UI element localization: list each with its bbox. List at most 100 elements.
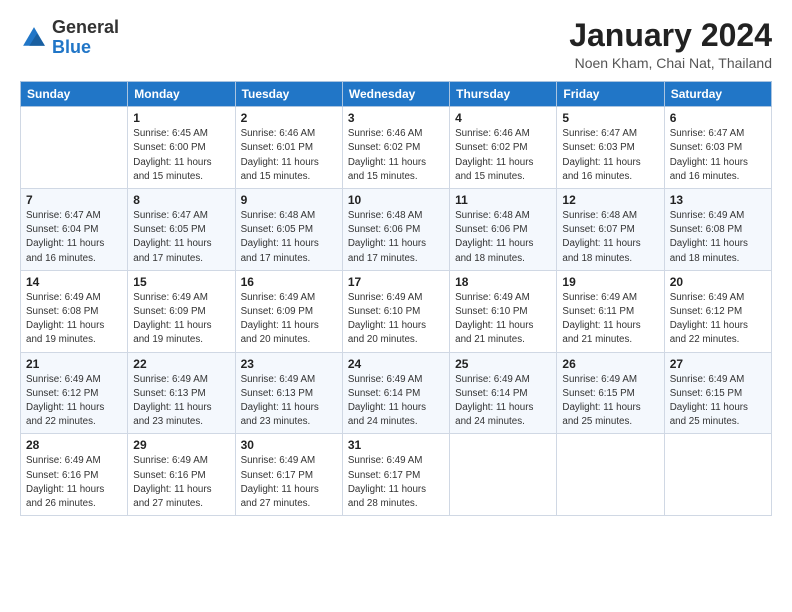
day-info: Sunrise: 6:46 AMSunset: 6:02 PMDaylight:…	[455, 127, 551, 184]
day-info: Sunrise: 6:49 AMSunset: 6:09 PMDaylight:…	[241, 291, 337, 348]
day-number: 5	[562, 111, 658, 125]
day-number: 18	[455, 275, 551, 289]
calendar-week-row: 21 Sunrise: 6:49 AMSunset: 6:12 PMDayligh…	[21, 352, 772, 434]
table-row: 27 Sunrise: 6:49 AMSunset: 6:15 PMDayligh…	[664, 352, 771, 434]
day-info: Sunrise: 6:48 AMSunset: 6:05 PMDaylight:…	[241, 209, 337, 266]
calendar-header-row: Sunday Monday Tuesday Wednesday Thursday…	[21, 82, 772, 107]
header: General Blue January 2024 Noen Kham, Cha…	[20, 18, 772, 71]
day-number: 23	[241, 357, 337, 371]
day-number: 2	[241, 111, 337, 125]
day-number: 14	[26, 275, 122, 289]
day-info: Sunrise: 6:49 AMSunset: 6:13 PMDaylight:…	[133, 373, 229, 430]
day-info: Sunrise: 6:49 AMSunset: 6:15 PMDaylight:…	[562, 373, 658, 430]
day-info: Sunrise: 6:46 AMSunset: 6:01 PMDaylight:…	[241, 127, 337, 184]
table-row: 7Sunrise: 6:47 AMSunset: 6:04 PMDaylight…	[21, 189, 128, 271]
day-number: 30	[241, 438, 337, 452]
table-row: 21 Sunrise: 6:49 AMSunset: 6:12 PMDayligh…	[21, 352, 128, 434]
table-row: 10Sunrise: 6:48 AMSunset: 6:06 PMDayligh…	[342, 189, 449, 271]
day-number: 12	[562, 193, 658, 207]
table-row: 5Sunrise: 6:47 AMSunset: 6:03 PMDaylight…	[557, 107, 664, 189]
table-row: 12 Sunrise: 6:48 AMSunset: 6:07 PMDayligh…	[557, 189, 664, 271]
day-info: Sunrise: 6:48 AMSunset: 6:06 PMDaylight:…	[455, 209, 551, 266]
table-row: 11 Sunrise: 6:48 AMSunset: 6:06 PMDayligh…	[450, 189, 557, 271]
table-row: 16 Sunrise: 6:49 AMSunset: 6:09 PMDayligh…	[235, 270, 342, 352]
day-info: Sunrise: 6:49 AMSunset: 6:17 PMDaylight:…	[241, 454, 337, 511]
month-title: January 2024	[569, 18, 772, 53]
table-row: 24Sunrise: 6:49 AMSunset: 6:14 PMDayligh…	[342, 352, 449, 434]
day-info: Sunrise: 6:47 AMSunset: 6:03 PMDaylight:…	[670, 127, 766, 184]
day-info: Sunrise: 6:49 AMSunset: 6:12 PMDaylight:…	[670, 291, 766, 348]
table-row: 4 Sunrise: 6:46 AMSunset: 6:02 PMDaylight…	[450, 107, 557, 189]
day-number: 11	[455, 193, 551, 207]
col-thursday: Thursday	[450, 82, 557, 107]
table-row: 30 Sunrise: 6:49 AMSunset: 6:17 PMDayligh…	[235, 434, 342, 516]
day-info: Sunrise: 6:47 AMSunset: 6:05 PMDaylight:…	[133, 209, 229, 266]
day-info: Sunrise: 6:49 AMSunset: 6:10 PMDaylight:…	[348, 291, 444, 348]
day-info: Sunrise: 6:49 AMSunset: 6:09 PMDaylight:…	[133, 291, 229, 348]
day-info: Sunrise: 6:47 AMSunset: 6:04 PMDaylight:…	[26, 209, 122, 266]
day-number: 4	[455, 111, 551, 125]
table-row: 28 Sunrise: 6:49 AMSunset: 6:16 PMDayligh…	[21, 434, 128, 516]
day-info: Sunrise: 6:49 AMSunset: 6:08 PMDaylight:…	[670, 209, 766, 266]
day-number: 15	[133, 275, 229, 289]
day-number: 13	[670, 193, 766, 207]
day-number: 16	[241, 275, 337, 289]
day-info: Sunrise: 6:46 AMSunset: 6:02 PMDaylight:…	[348, 127, 444, 184]
col-friday: Friday	[557, 82, 664, 107]
day-info: Sunrise: 6:49 AMSunset: 6:10 PMDaylight:…	[455, 291, 551, 348]
table-row: 26Sunrise: 6:49 AMSunset: 6:15 PMDayligh…	[557, 352, 664, 434]
title-block: January 2024 Noen Kham, Chai Nat, Thaila…	[569, 18, 772, 71]
table-row: 20Sunrise: 6:49 AMSunset: 6:12 PMDayligh…	[664, 270, 771, 352]
day-number: 21	[26, 357, 122, 371]
table-row: 29Sunrise: 6:49 AMSunset: 6:16 PMDayligh…	[128, 434, 235, 516]
table-row: 14 Sunrise: 6:49 AMSunset: 6:08 PMDayligh…	[21, 270, 128, 352]
table-row: 31 Sunrise: 6:49 AMSunset: 6:17 PMDayligh…	[342, 434, 449, 516]
day-number: 19	[562, 275, 658, 289]
day-number: 1	[133, 111, 229, 125]
day-number: 28	[26, 438, 122, 452]
day-info: Sunrise: 6:49 AMSunset: 6:13 PMDaylight:…	[241, 373, 337, 430]
col-saturday: Saturday	[664, 82, 771, 107]
table-row	[664, 434, 771, 516]
calendar-week-row: 14 Sunrise: 6:49 AMSunset: 6:08 PMDayligh…	[21, 270, 772, 352]
col-wednesday: Wednesday	[342, 82, 449, 107]
day-number: 27	[670, 357, 766, 371]
day-number: 25	[455, 357, 551, 371]
day-number: 22	[133, 357, 229, 371]
day-info: Sunrise: 6:49 AMSunset: 6:14 PMDaylight:…	[348, 373, 444, 430]
table-row: 9 Sunrise: 6:48 AMSunset: 6:05 PMDaylight…	[235, 189, 342, 271]
table-row: 23 Sunrise: 6:49 AMSunset: 6:13 PMDayligh…	[235, 352, 342, 434]
logo-general: General	[52, 17, 119, 37]
day-info: Sunrise: 6:49 AMSunset: 6:17 PMDaylight:…	[348, 454, 444, 511]
table-row: 17 Sunrise: 6:49 AMSunset: 6:10 PMDayligh…	[342, 270, 449, 352]
table-row: 3 Sunrise: 6:46 AMSunset: 6:02 PMDaylight…	[342, 107, 449, 189]
day-info: Sunrise: 6:45 AMSunset: 6:00 PMDaylight:…	[133, 127, 229, 184]
table-row: 13 Sunrise: 6:49 AMSunset: 6:08 PMDayligh…	[664, 189, 771, 271]
day-info: Sunrise: 6:48 AMSunset: 6:07 PMDaylight:…	[562, 209, 658, 266]
table-row: 18 Sunrise: 6:49 AMSunset: 6:10 PMDayligh…	[450, 270, 557, 352]
page: General Blue January 2024 Noen Kham, Cha…	[0, 0, 792, 612]
logo-text: General Blue	[52, 18, 119, 58]
col-monday: Monday	[128, 82, 235, 107]
logo-blue: Blue	[52, 37, 91, 57]
day-info: Sunrise: 6:49 AMSunset: 6:15 PMDaylight:…	[670, 373, 766, 430]
table-row: 15 Sunrise: 6:49 AMSunset: 6:09 PMDayligh…	[128, 270, 235, 352]
day-number: 9	[241, 193, 337, 207]
day-info: Sunrise: 6:49 AMSunset: 6:16 PMDaylight:…	[26, 454, 122, 511]
table-row	[450, 434, 557, 516]
location: Noen Kham, Chai Nat, Thailand	[569, 55, 772, 71]
table-row	[557, 434, 664, 516]
day-info: Sunrise: 6:49 AMSunset: 6:12 PMDaylight:…	[26, 373, 122, 430]
table-row: 25 Sunrise: 6:49 AMSunset: 6:14 PMDayligh…	[450, 352, 557, 434]
day-info: Sunrise: 6:49 AMSunset: 6:08 PMDaylight:…	[26, 291, 122, 348]
day-number: 31	[348, 438, 444, 452]
col-tuesday: Tuesday	[235, 82, 342, 107]
day-number: 17	[348, 275, 444, 289]
table-row: 2 Sunrise: 6:46 AMSunset: 6:01 PMDaylight…	[235, 107, 342, 189]
calendar-week-row: 1 Sunrise: 6:45 AMSunset: 6:00 PMDaylight…	[21, 107, 772, 189]
day-info: Sunrise: 6:49 AMSunset: 6:14 PMDaylight:…	[455, 373, 551, 430]
day-number: 3	[348, 111, 444, 125]
calendar-table: Sunday Monday Tuesday Wednesday Thursday…	[20, 81, 772, 516]
logo: General Blue	[20, 18, 119, 58]
table-row	[21, 107, 128, 189]
